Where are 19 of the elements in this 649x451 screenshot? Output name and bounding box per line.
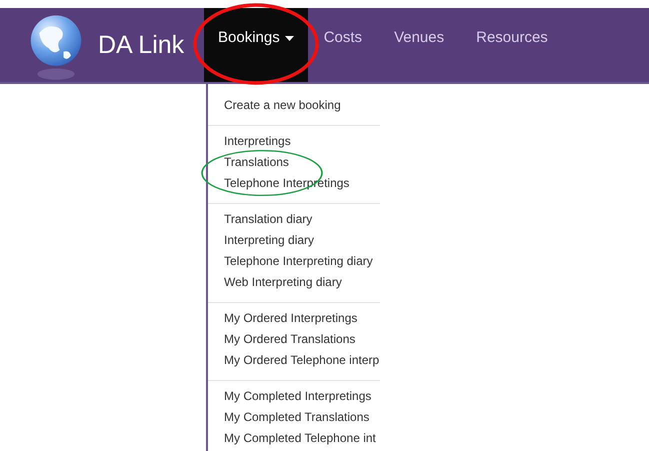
menu-item[interactable]: My Ordered Telephone interp (208, 350, 380, 371)
menu-item[interactable]: My Completed Interpretings (208, 386, 380, 407)
menu-item[interactable]: Web Interpreting diary (208, 272, 380, 293)
menu-item[interactable]: Interpretings (208, 131, 380, 152)
menu-item[interactable]: My Completed Translations (208, 407, 380, 428)
nav-link[interactable]: Bookings (204, 8, 308, 82)
menu-item[interactable]: Translations (208, 152, 380, 173)
menu-item[interactable]: My Ordered Interpretings (208, 308, 380, 329)
menu-item[interactable]: My Ordered Translations (208, 329, 380, 350)
nav-link[interactable]: Resources (460, 8, 564, 103)
menu-item[interactable]: Translation diary (208, 209, 380, 230)
menu-item[interactable]: My Completed Telephone int (208, 428, 380, 449)
menu-item[interactable]: Telephone Interpreting diary (208, 251, 380, 272)
globe-logo-icon (28, 14, 84, 82)
caret-icon (284, 36, 294, 41)
brand-name[interactable]: DA Link (98, 30, 184, 60)
menu-item[interactable]: Interpreting diary (208, 230, 380, 251)
menu-item[interactable]: Create a new booking (208, 95, 380, 116)
nav-link[interactable]: Venues (378, 8, 460, 103)
